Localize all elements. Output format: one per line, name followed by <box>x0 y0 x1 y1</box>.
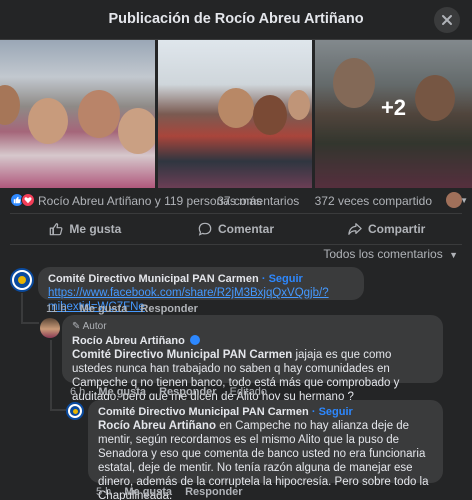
pencil-icon: ✎ <box>72 321 81 332</box>
comment-like-button[interactable]: Me gusta <box>80 303 128 315</box>
follow-button[interactable]: · Seguir <box>262 273 303 285</box>
comment-mention[interactable]: Rocío Abreu Artiñano <box>98 420 216 432</box>
thread-line <box>21 293 23 323</box>
share-label: Compartir <box>368 222 426 236</box>
action-bar: Me gusta Comentar Compartir <box>10 216 462 242</box>
comment-button[interactable]: Comentar <box>161 216 312 242</box>
thread-line <box>50 409 66 411</box>
sort-label: Todos los comentarios <box>323 247 443 261</box>
avatar[interactable] <box>66 402 84 420</box>
comment-bubble: Comité Directivo Municipal PAN Carmen · … <box>38 267 364 313</box>
thread-line <box>21 322 39 324</box>
comment-meta: 6 h Me gusta Responder Editado <box>70 386 277 398</box>
comment-meta: 11 h Me gusta Responder <box>46 303 208 315</box>
comments-count[interactable]: 37 comentarios <box>217 194 299 208</box>
chevron-down-icon: ▼ <box>449 250 458 260</box>
comment-time[interactable]: 5 h <box>96 486 111 498</box>
photo-1[interactable] <box>0 40 155 188</box>
photo-2[interactable] <box>158 40 312 188</box>
comment-icon <box>198 222 212 236</box>
comment-time[interactable]: 11 h <box>46 303 67 315</box>
like-label: Me gusta <box>69 222 122 236</box>
comment-reply-button[interactable]: Responder <box>185 486 242 498</box>
follow-button[interactable]: · Seguir <box>312 406 353 418</box>
comment-meta: 5 h Me gusta Responder <box>96 486 253 498</box>
dialog-title: Publicación de Rocío Abreu Artiñano <box>108 11 364 27</box>
comment-reply-button[interactable]: Responder <box>159 386 216 398</box>
thread-line <box>50 340 52 410</box>
photo-grid: +2 <box>0 40 472 188</box>
comment-like-button[interactable]: Me gusta <box>98 386 146 398</box>
comment-reply-button[interactable]: Responder <box>140 303 197 315</box>
avatar[interactable] <box>40 318 60 338</box>
share-icon <box>348 223 362 235</box>
comment-bubble: Comité Directivo Municipal PAN Carmen · … <box>88 400 443 500</box>
avatar[interactable] <box>10 268 34 292</box>
photo-3[interactable]: +2 <box>315 40 472 188</box>
reactions-row: Rocío Abreu Artiñano y 119 personas más … <box>10 192 468 209</box>
divider <box>10 244 462 245</box>
close-button[interactable] <box>434 7 460 33</box>
shares-count[interactable]: 372 veces compartido <box>315 194 432 208</box>
author-badge: ✎ Autor <box>72 320 433 334</box>
edited-label: Editado <box>229 386 267 398</box>
comment-time[interactable]: 6 h <box>70 386 85 398</box>
dialog-header: Publicación de Rocío Abreu Artiñano <box>0 0 472 40</box>
author-badge-label: Autor <box>82 321 107 332</box>
comment-bubble: ✎ Autor Rocío Abreu Artiñano Comité Dire… <box>62 315 443 403</box>
comment-sort-dropdown[interactable]: Todos los comentarios ▼ <box>323 247 458 261</box>
share-button[interactable]: Compartir <box>311 216 462 242</box>
chevron-down-icon[interactable]: ▼ <box>460 196 468 205</box>
comment-like-button[interactable]: Me gusta <box>124 486 172 498</box>
love-reaction-icon <box>21 193 35 207</box>
thumbs-up-icon <box>50 223 63 236</box>
close-icon <box>442 15 452 25</box>
more-photos-count: +2 <box>380 95 407 120</box>
comment-author[interactable]: Comité Directivo Municipal PAN Carmen <box>98 406 309 418</box>
comment-label: Comentar <box>218 222 275 236</box>
like-button[interactable]: Me gusta <box>10 216 161 242</box>
comment-author[interactable]: Rocío Abreu Artiñano <box>72 335 185 347</box>
comment-mention[interactable]: Comité Directivo Municipal PAN Carmen <box>72 349 292 361</box>
comment-author[interactable]: Comité Directivo Municipal PAN Carmen <box>48 273 259 285</box>
verified-icon <box>190 335 201 345</box>
divider <box>10 213 462 214</box>
